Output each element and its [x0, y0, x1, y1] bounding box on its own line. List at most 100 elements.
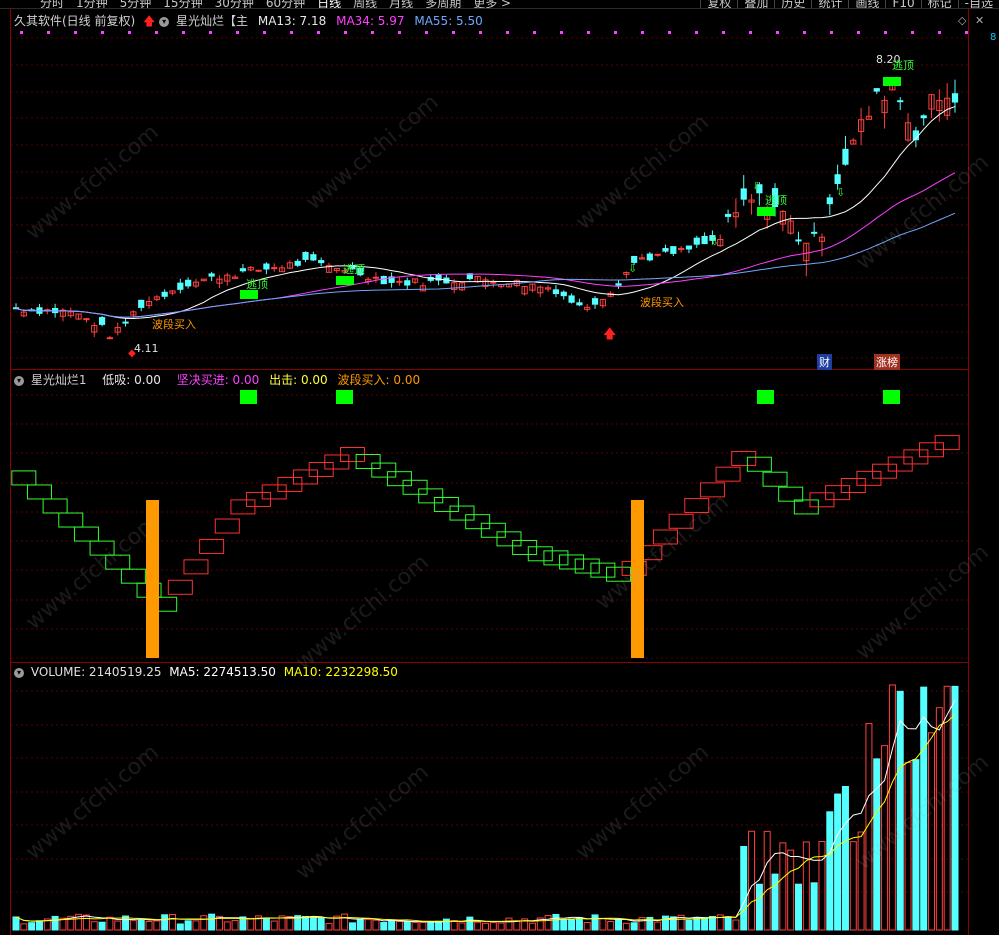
candle-body [568, 295, 575, 303]
top-dot [587, 31, 590, 34]
candle-body [318, 260, 325, 264]
top-dot [749, 31, 752, 34]
chart-canvas[interactable]: ⇩⇩⇩ ⇩🡅◆ [0, 0, 999, 935]
sub-box [574, 558, 600, 574]
candle-body [106, 337, 114, 340]
sub-signal-box-2 [757, 390, 774, 404]
escape-top-label-2: 逃顶 [343, 263, 365, 276]
volume-bar [12, 916, 20, 931]
down-arrow-icon-2: ⇩ [752, 180, 761, 193]
candle-body [615, 283, 622, 286]
escape-top-box-2 [757, 207, 775, 216]
candle-body [302, 252, 309, 260]
volume-bar [904, 762, 912, 931]
candle-body [685, 245, 693, 250]
top-dot [641, 31, 644, 34]
sub-box [715, 466, 741, 482]
candle-body [294, 260, 301, 266]
candle-body [591, 298, 599, 305]
sub-box [699, 482, 725, 498]
top-dot [803, 31, 806, 34]
top-dot [479, 31, 482, 34]
wave-buy-bar-1 [631, 500, 644, 658]
volume-bar [661, 915, 669, 931]
candle-body [83, 318, 90, 321]
volume-bar [802, 841, 810, 931]
candle-body [897, 100, 904, 103]
escape-top-label-4: 逃顶 [892, 59, 914, 72]
top-dot [722, 31, 725, 34]
top-dot [965, 31, 968, 34]
sub-signal-box-1 [336, 390, 353, 404]
candlesticks [12, 79, 959, 340]
candle-body [208, 273, 215, 277]
sub-box [371, 462, 397, 478]
volume-bar [599, 918, 607, 931]
volume-bar [763, 830, 771, 931]
volume-bar [51, 915, 59, 931]
top-dot [317, 31, 320, 34]
sub-box [433, 496, 459, 512]
candle-body [826, 197, 833, 205]
top-dot [344, 31, 347, 34]
sub-box [58, 512, 84, 528]
volume-bar [403, 921, 411, 931]
volume-bar [145, 921, 153, 931]
candle-body [670, 246, 677, 254]
volume-bar [223, 921, 231, 931]
candle-body [98, 317, 106, 325]
candle-body [724, 213, 732, 217]
sub-box [199, 538, 225, 554]
wave-buy-label-1: 波段买入 [152, 318, 196, 331]
sub-box [559, 554, 585, 570]
volume-bar [505, 917, 513, 931]
top-dot [371, 31, 374, 34]
volume-bar [20, 923, 28, 931]
sub-box [26, 484, 52, 500]
sub-box [465, 514, 491, 530]
top-dot [560, 31, 563, 34]
escape-top-box-3 [883, 77, 901, 86]
sub-box [89, 540, 115, 556]
escape-top-label-3: 逃顶 [765, 194, 787, 207]
volume-bar [129, 920, 137, 931]
volume-bar [482, 922, 489, 931]
sub-box [167, 579, 193, 595]
candle-body [310, 254, 317, 261]
volume-bar [497, 922, 505, 931]
candle-body [177, 282, 184, 290]
sub-box [684, 498, 710, 514]
volume-bar [411, 921, 419, 931]
volume-bar [458, 922, 466, 931]
candle-body [372, 276, 380, 279]
sub-box [496, 531, 522, 547]
candle-body [396, 280, 403, 283]
top-dot [128, 31, 131, 34]
volume-bar [560, 919, 568, 931]
top-dot [857, 31, 860, 34]
volume-bar [231, 920, 239, 931]
volume-bar [114, 920, 122, 931]
volume-bar [90, 921, 98, 931]
finance-badge[interactable]: 财 [817, 354, 832, 370]
sub-box [731, 450, 757, 466]
volume-bar [317, 917, 325, 931]
top-dot [668, 31, 671, 34]
volume-bar [834, 793, 842, 931]
rank-badge[interactable]: 涨榜 [874, 354, 900, 370]
volume-bar [262, 917, 270, 931]
candle-body [646, 253, 653, 261]
volume-bar [755, 883, 763, 931]
volume-bar [857, 831, 865, 931]
volume-bar [528, 922, 536, 931]
top-dot [182, 31, 185, 34]
volume-bar [395, 920, 403, 931]
candle-body [560, 291, 567, 297]
sub-box [418, 488, 444, 504]
volume-bar [427, 921, 435, 931]
sub-box [512, 539, 538, 555]
top-dot [938, 31, 941, 34]
volume-bar [779, 842, 787, 931]
candle-body [161, 291, 168, 297]
volume-bar [654, 921, 662, 931]
